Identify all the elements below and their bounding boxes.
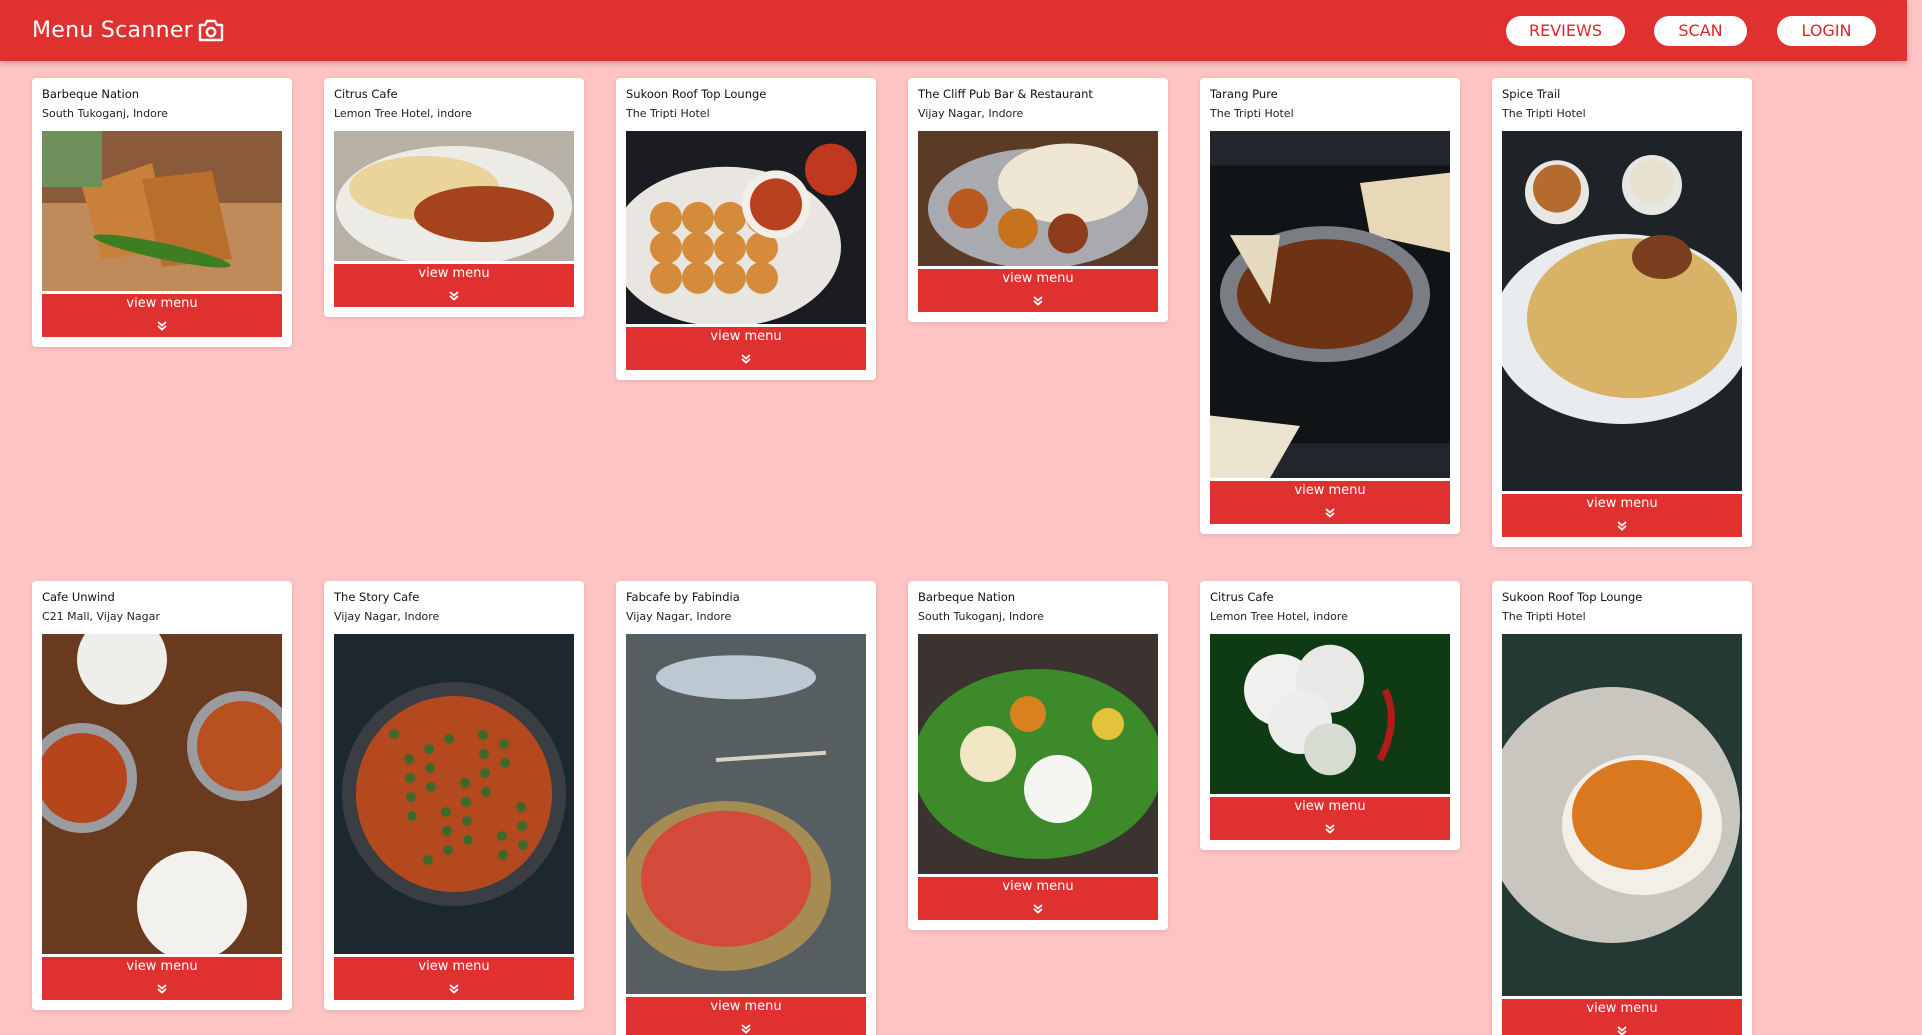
double-chevron-down-icon — [449, 291, 459, 301]
nav-login-button[interactable]: LOGIN — [1777, 16, 1876, 46]
restaurant-name: Tarang Pure — [1210, 87, 1278, 101]
view-menu-label: view menu — [1294, 799, 1366, 814]
restaurant-photo — [1502, 131, 1742, 491]
app-title: Menu Scanner — [32, 17, 194, 43]
view-menu-button[interactable]: view menu — [42, 294, 282, 337]
restaurant-location: Vijay Nagar, Indore — [626, 610, 732, 623]
restaurant-location: The Tripti Hotel — [626, 107, 710, 120]
restaurant-name: Spice Trail — [1502, 87, 1561, 101]
view-menu-label: view menu — [710, 329, 782, 344]
view-menu-label: view menu — [1586, 496, 1658, 511]
double-chevron-down-icon — [1325, 824, 1335, 834]
double-chevron-down-icon — [741, 354, 751, 364]
nav-scan-button[interactable]: SCAN — [1654, 16, 1747, 46]
view-menu-label: view menu — [1586, 1001, 1658, 1016]
view-menu-label: view menu — [1002, 271, 1074, 286]
restaurant-name: Barbeque Nation — [42, 87, 140, 101]
double-chevron-down-icon — [1033, 904, 1043, 914]
restaurant-photo — [918, 634, 1158, 874]
restaurant-name: Sukoon Roof Top Lounge — [1502, 590, 1643, 604]
double-chevron-down-icon — [741, 1024, 751, 1034]
view-menu-label: view menu — [126, 959, 198, 974]
restaurant-photo — [1210, 634, 1450, 794]
restaurant-location: C21 Mall, Vijay Nagar — [42, 610, 160, 623]
view-menu-button[interactable]: view menu — [918, 269, 1158, 312]
restaurant-location: The Tripti Hotel — [1502, 610, 1586, 623]
double-chevron-down-icon — [1325, 508, 1335, 518]
restaurant-name: Barbeque Nation — [918, 590, 1016, 604]
restaurant-card: Sukoon Roof Top Lounge The Tripti Hotel vi… — [616, 78, 876, 380]
double-chevron-down-icon — [1617, 521, 1627, 531]
double-chevron-down-icon — [1033, 296, 1043, 306]
restaurant-card: The Story Cafe Vijay Nagar, Indore view m… — [324, 581, 584, 1010]
view-menu-label: view menu — [126, 296, 198, 311]
view-menu-button[interactable]: view menu — [918, 877, 1158, 920]
camera-icon — [198, 19, 224, 42]
restaurant-card: Cafe Unwind C21 Mall, Vijay Nagar view me… — [32, 581, 292, 1010]
restaurant-photo — [334, 634, 574, 954]
app-logo[interactable]: Menu Scanner — [32, 17, 225, 43]
view-menu-button[interactable]: view menu — [334, 957, 574, 1000]
nav-reviews-button[interactable]: REVIEWS — [1506, 16, 1625, 46]
navbar: Menu Scanner REVIEWS SCAN LOGIN — [0, 0, 1907, 61]
restaurant-name: The Cliff Pub Bar & Restaurant — [918, 87, 1093, 101]
view-menu-label: view menu — [710, 999, 782, 1014]
restaurant-photo — [918, 131, 1158, 266]
restaurant-card: The Cliff Pub Bar & Restaurant Vijay Naga… — [908, 78, 1168, 322]
restaurant-photo — [42, 131, 282, 291]
view-menu-button[interactable]: view menu — [626, 997, 866, 1035]
restaurant-location: South Tukoganj, Indore — [918, 610, 1044, 623]
view-menu-button[interactable]: view menu — [42, 957, 282, 1000]
view-menu-button[interactable]: view menu — [1210, 797, 1450, 840]
restaurant-name: Citrus Cafe — [334, 87, 398, 101]
restaurant-photo — [42, 634, 282, 954]
double-chevron-down-icon — [157, 984, 167, 994]
view-menu-label: view menu — [418, 266, 490, 281]
restaurant-location: The Tripti Hotel — [1502, 107, 1586, 120]
restaurant-photo — [334, 131, 574, 261]
restaurant-location: Vijay Nagar, Indore — [334, 610, 440, 623]
view-menu-label: view menu — [418, 959, 490, 974]
restaurant-location: Vijay Nagar, Indore — [918, 107, 1024, 120]
restaurant-name: Cafe Unwind — [42, 590, 115, 604]
restaurant-location: Lemon Tree Hotel, indore — [1210, 610, 1348, 623]
double-chevron-down-icon — [1617, 1026, 1627, 1035]
double-chevron-down-icon — [449, 984, 459, 994]
restaurant-card: Spice Trail The Tripti Hotel view menu — [1492, 78, 1752, 547]
restaurant-photo — [626, 131, 866, 324]
view-menu-label: view menu — [1294, 483, 1366, 498]
restaurant-card: Tarang Pure The Tripti Hotel view menu — [1200, 78, 1460, 534]
view-menu-button[interactable]: view menu — [334, 264, 574, 307]
view-menu-button[interactable]: view menu — [626, 327, 866, 370]
restaurant-card: Barbeque Nation South Tukoganj, Indore vie… — [908, 581, 1168, 930]
restaurant-card: Fabcafe by Fabindia Vijay Nagar, Indore vi… — [616, 581, 876, 1035]
restaurant-name: Sukoon Roof Top Lounge — [626, 87, 767, 101]
restaurant-location: The Tripti Hotel — [1210, 107, 1294, 120]
restaurant-card: Sukoon Roof Top Lounge The Tripti Hotel vi… — [1492, 581, 1752, 1035]
restaurant-card: Barbeque Nation South Tukoganj, Indore vie… — [32, 78, 292, 347]
restaurant-name: Fabcafe by Fabindia — [626, 590, 740, 604]
view-menu-button[interactable]: view menu — [1210, 481, 1450, 524]
restaurant-name: Citrus Cafe — [1210, 590, 1274, 604]
view-menu-button[interactable]: view menu — [1502, 494, 1742, 537]
restaurant-location: South Tukoganj, Indore — [42, 107, 168, 120]
double-chevron-down-icon — [157, 321, 167, 331]
view-menu-button[interactable]: view menu — [1502, 999, 1742, 1035]
view-menu-label: view menu — [1002, 879, 1074, 894]
restaurant-name: The Story Cafe — [334, 590, 420, 604]
restaurant-photo — [626, 634, 866, 994]
restaurant-photo — [1210, 131, 1450, 478]
restaurant-location: Lemon Tree Hotel, indore — [334, 107, 472, 120]
restaurant-card: Citrus Cafe Lemon Tree Hotel, indore view … — [1200, 581, 1460, 850]
restaurant-photo — [1502, 634, 1742, 996]
restaurant-card: Citrus Cafe Lemon Tree Hotel, indore view … — [324, 78, 584, 317]
